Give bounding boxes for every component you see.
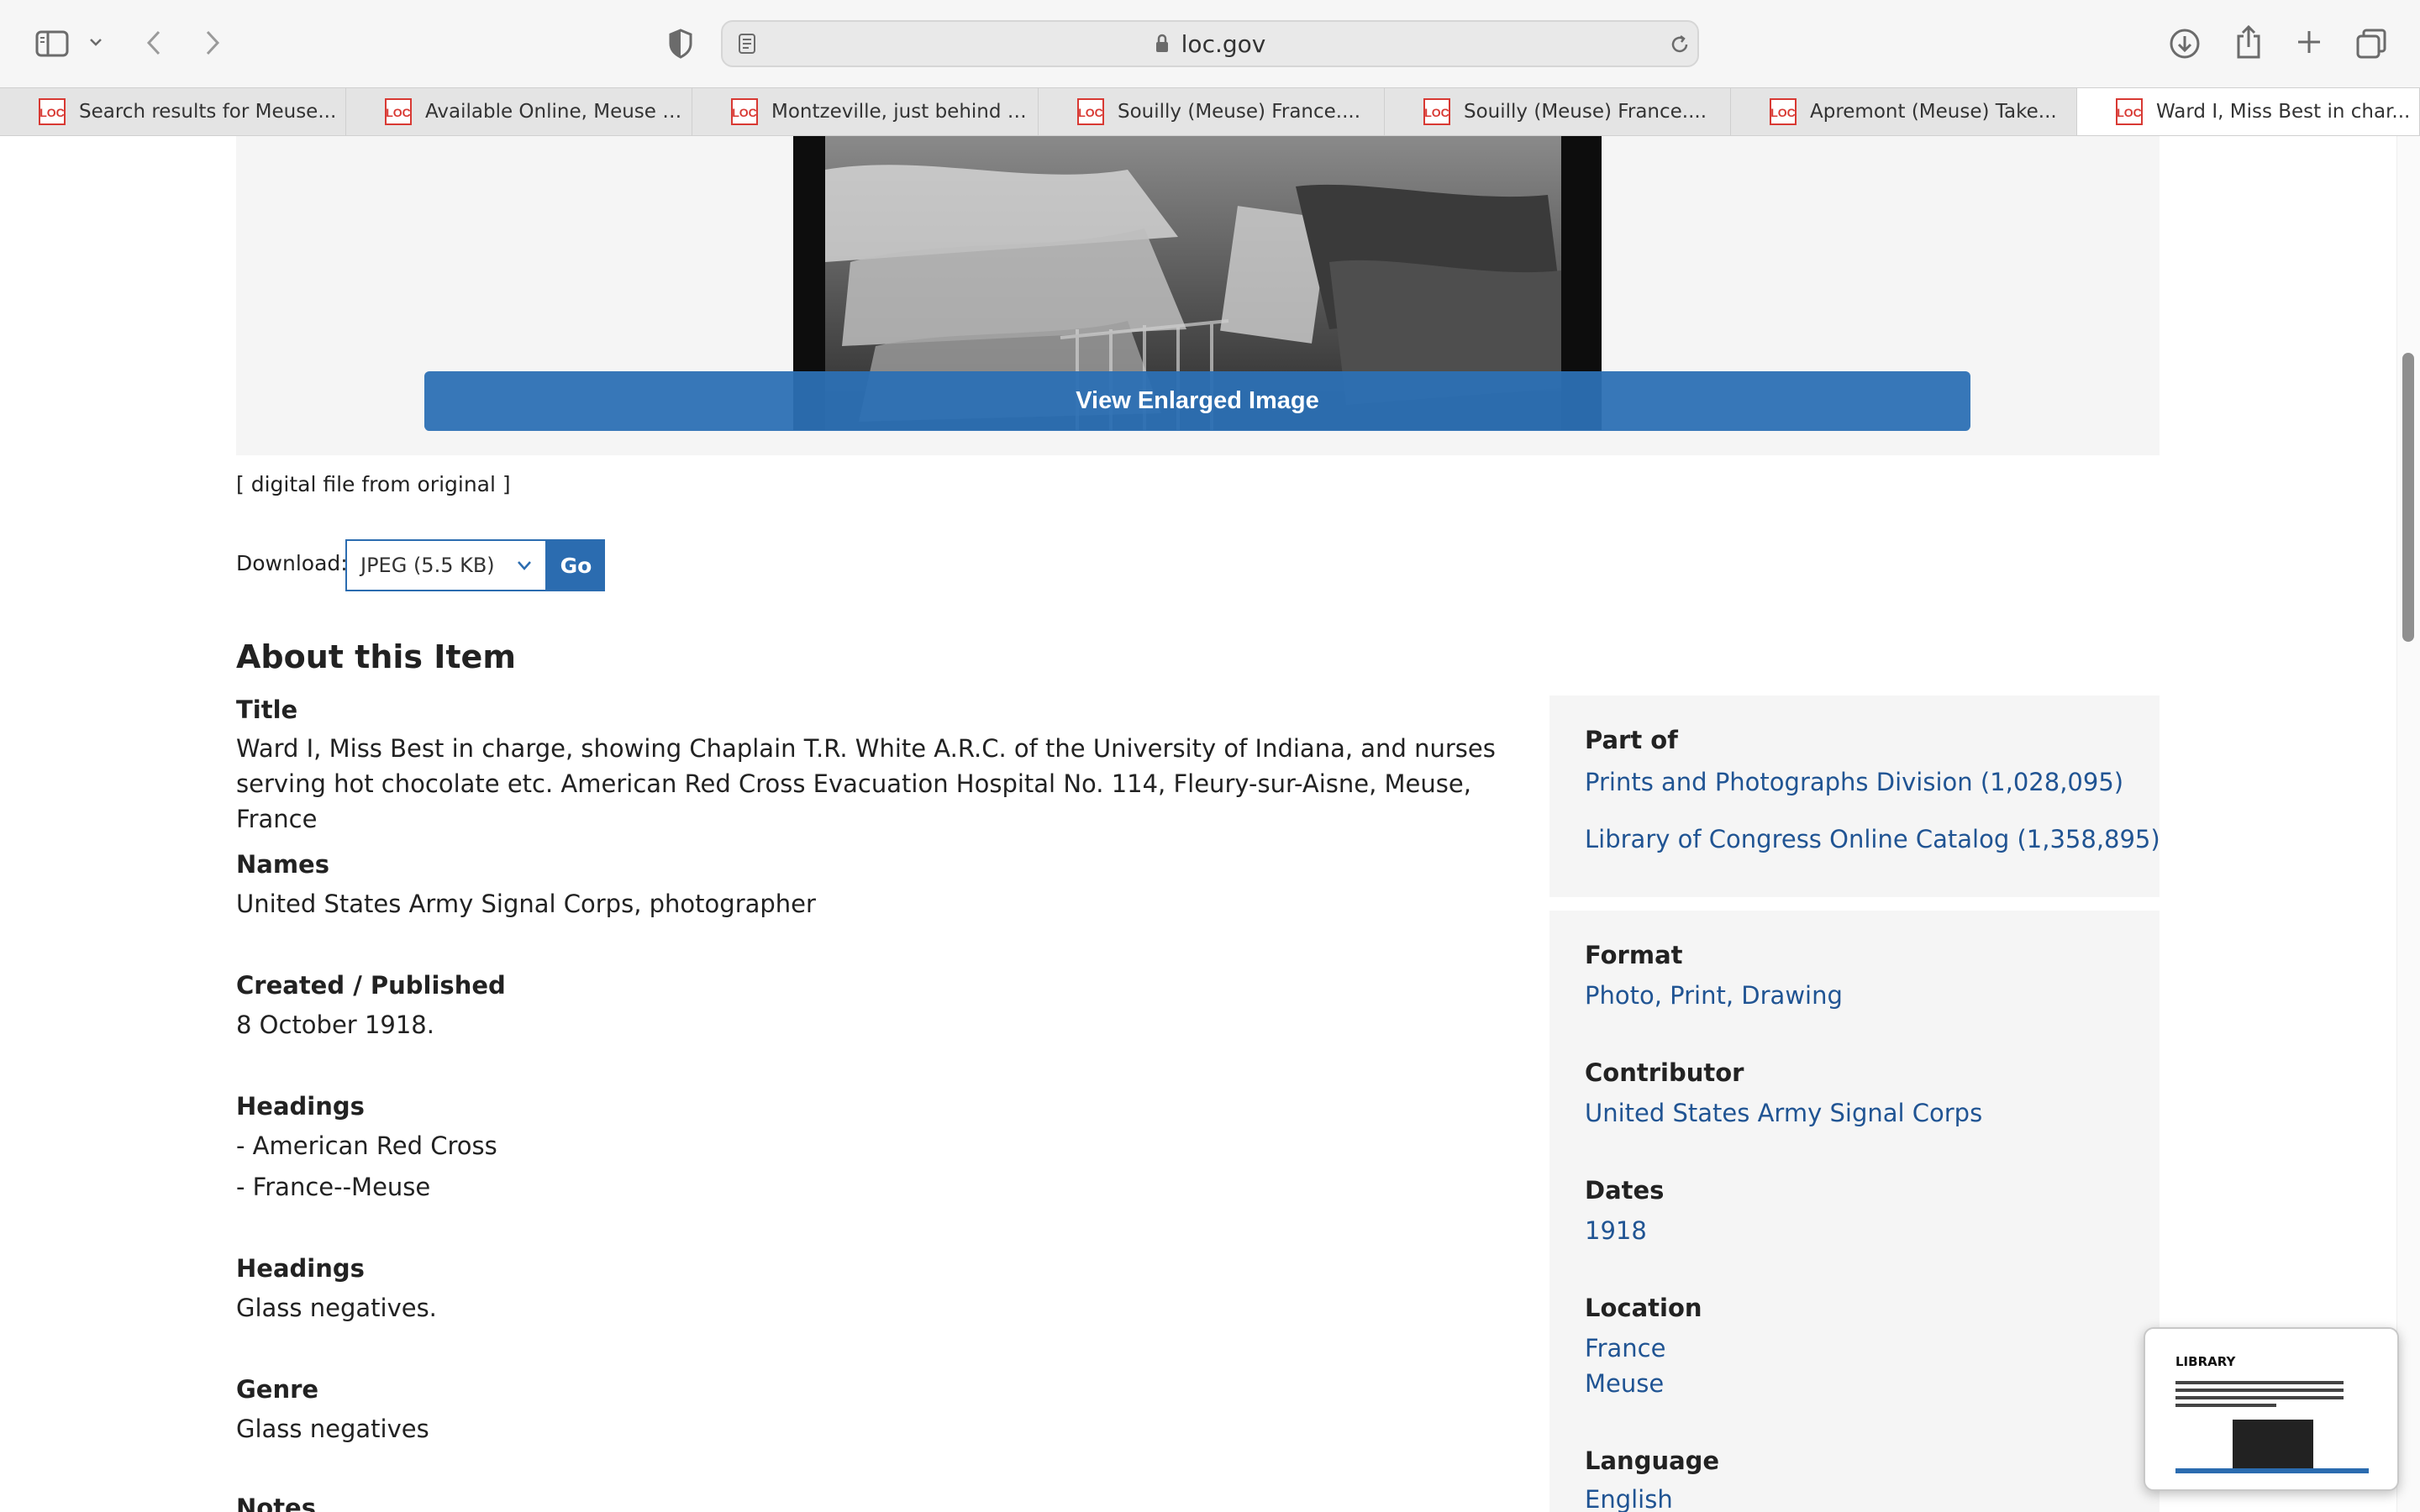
share-icon[interactable]	[2230, 22, 2267, 62]
created-value: 8 October 1918.	[236, 1011, 434, 1039]
part-of-link[interactable]: Library of Congress Online Catalog (1,35…	[1585, 825, 2160, 853]
screenshot-thumbnail[interactable]: LIBRARY	[2144, 1327, 2399, 1491]
tab-title: Ward I, Miss Best in char...	[2156, 101, 2411, 123]
svg-text:LOC: LOC	[732, 106, 757, 119]
svg-text:LOC: LOC	[2117, 106, 2142, 119]
tab-3[interactable]: LOC Montzeville, just behind t...	[692, 88, 1039, 135]
download-label: Download:	[236, 551, 348, 575]
genre-value: Glass negatives	[236, 1415, 429, 1443]
svg-text:LOC: LOC	[386, 106, 411, 119]
download-format-select[interactable]: JPEG (5.5 KB)	[345, 539, 547, 591]
tab-5[interactable]: LOC Souilly (Meuse) France....	[1385, 88, 1731, 135]
browser-toolbar: loc.gov	[0, 0, 2420, 87]
scrollbar-thumb[interactable]	[2402, 353, 2414, 642]
language-label: Language	[1585, 1446, 1720, 1475]
loc-favicon-icon: LOC	[39, 98, 66, 125]
view-enlarged-image-button[interactable]: View Enlarged Image	[424, 371, 1970, 431]
address-bar[interactable]: loc.gov	[721, 20, 1699, 67]
part-of-link[interactable]: Prints and Photographs Division (1,028,0…	[1585, 768, 2123, 796]
loc-favicon-icon: LOC	[2116, 98, 2143, 125]
location-link[interactable]: France	[1585, 1334, 1665, 1362]
page-scrollbar[interactable]	[2396, 136, 2420, 1512]
thumbnail-bar	[2175, 1468, 2369, 1473]
tab-title: Souilly (Meuse) France....	[1464, 101, 1707, 123]
created-label: Created / Published	[236, 971, 506, 1000]
headings-label: Headings	[236, 1092, 365, 1121]
facets-panel: Format Photo, Print, Drawing Contributor…	[1549, 911, 2160, 1512]
reload-icon[interactable]	[1667, 32, 1692, 57]
tab-strip: LOC Search results for Meuse... LOC Avai…	[0, 87, 2420, 136]
chevron-down-icon[interactable]	[86, 32, 106, 52]
contributor-link[interactable]: United States Army Signal Corps	[1585, 1099, 1982, 1127]
svg-text:LOC: LOC	[1770, 106, 1796, 119]
download-format-value: JPEG (5.5 KB)	[360, 554, 495, 577]
location-label: Location	[1585, 1294, 1702, 1322]
notes-label: Notes	[236, 1494, 316, 1512]
part-of-label: Part of	[1585, 726, 1678, 754]
headings-label: Headings	[236, 1254, 365, 1283]
thumbnail-text-lines	[2175, 1381, 2344, 1411]
genre-label: Genre	[236, 1375, 319, 1404]
download-go-button[interactable]: Go	[547, 539, 605, 591]
downloads-icon[interactable]	[2166, 25, 2203, 62]
privacy-shield-icon[interactable]	[664, 27, 697, 60]
part-of-panel: Part of Prints and Photographs Division …	[1549, 696, 2160, 897]
thumbnail-image	[2233, 1420, 2313, 1470]
format-label: Format	[1585, 941, 1683, 969]
chevron-down-icon	[515, 556, 534, 580]
svg-text:LOC: LOC	[39, 106, 65, 119]
tab-overview-icon[interactable]	[2353, 25, 2390, 62]
language-link[interactable]: English	[1585, 1485, 1673, 1512]
loc-favicon-icon: LOC	[1077, 98, 1104, 125]
thumbnail-logo: LIBRARY	[2175, 1354, 2236, 1369]
heading-item: - France--Meuse	[236, 1173, 431, 1201]
title-value: Ward I, Miss Best in charge, showing Cha…	[236, 734, 1496, 833]
names-label: Names	[236, 850, 329, 879]
names-value: United States Army Signal Corps, photogr…	[236, 890, 816, 918]
tab-title: Available Online, Meuse |...	[425, 101, 686, 123]
tab-title: Search results for Meuse...	[79, 101, 337, 123]
tab-1[interactable]: LOC Search results for Meuse...	[0, 88, 346, 135]
about-heading: About this Item	[236, 638, 516, 675]
tab-title: Souilly (Meuse) France....	[1118, 101, 1361, 123]
svg-text:LOC: LOC	[1424, 106, 1449, 119]
tab-7-active[interactable]: LOC Ward I, Miss Best in char...	[2077, 88, 2420, 135]
heading-item: - American Red Cross	[236, 1131, 497, 1160]
tab-4[interactable]: LOC Souilly (Meuse) France....	[1039, 88, 1385, 135]
tab-6[interactable]: LOC Apremont (Meuse) Take...	[1731, 88, 2077, 135]
loc-favicon-icon: LOC	[1423, 98, 1450, 125]
dates-link[interactable]: 1918	[1585, 1216, 1647, 1245]
contributor-label: Contributor	[1585, 1058, 1744, 1087]
loc-favicon-icon: LOC	[385, 98, 412, 125]
svg-text:LOC: LOC	[1078, 106, 1103, 119]
title-label: Title	[236, 696, 298, 724]
dates-label: Dates	[1585, 1176, 1665, 1205]
lock-icon	[1155, 34, 1170, 54]
digital-file-note: [ digital file from original ]	[236, 472, 511, 496]
loc-favicon-icon: LOC	[1770, 98, 1797, 125]
location-link[interactable]: Meuse	[1585, 1369, 1664, 1398]
tab-title: Montzeville, just behind t...	[771, 101, 1032, 123]
format-link[interactable]: Photo, Print, Drawing	[1585, 981, 1843, 1010]
back-icon[interactable]	[139, 25, 168, 60]
headings-value: Glass negatives.	[236, 1294, 437, 1322]
new-tab-icon[interactable]	[2292, 25, 2326, 59]
page-content: View Enlarged Image [ digital file from …	[0, 136, 2420, 1512]
tab-2[interactable]: LOC Available Online, Meuse |...	[346, 88, 692, 135]
url-display[interactable]: loc.gov	[723, 22, 1697, 66]
tab-title: Apremont (Meuse) Take...	[1810, 101, 2057, 123]
loc-favicon-icon: LOC	[731, 98, 758, 125]
sidebar-toggle-icon[interactable]	[34, 27, 71, 60]
forward-icon[interactable]	[198, 25, 227, 60]
url-text: loc.gov	[1181, 29, 1266, 58]
